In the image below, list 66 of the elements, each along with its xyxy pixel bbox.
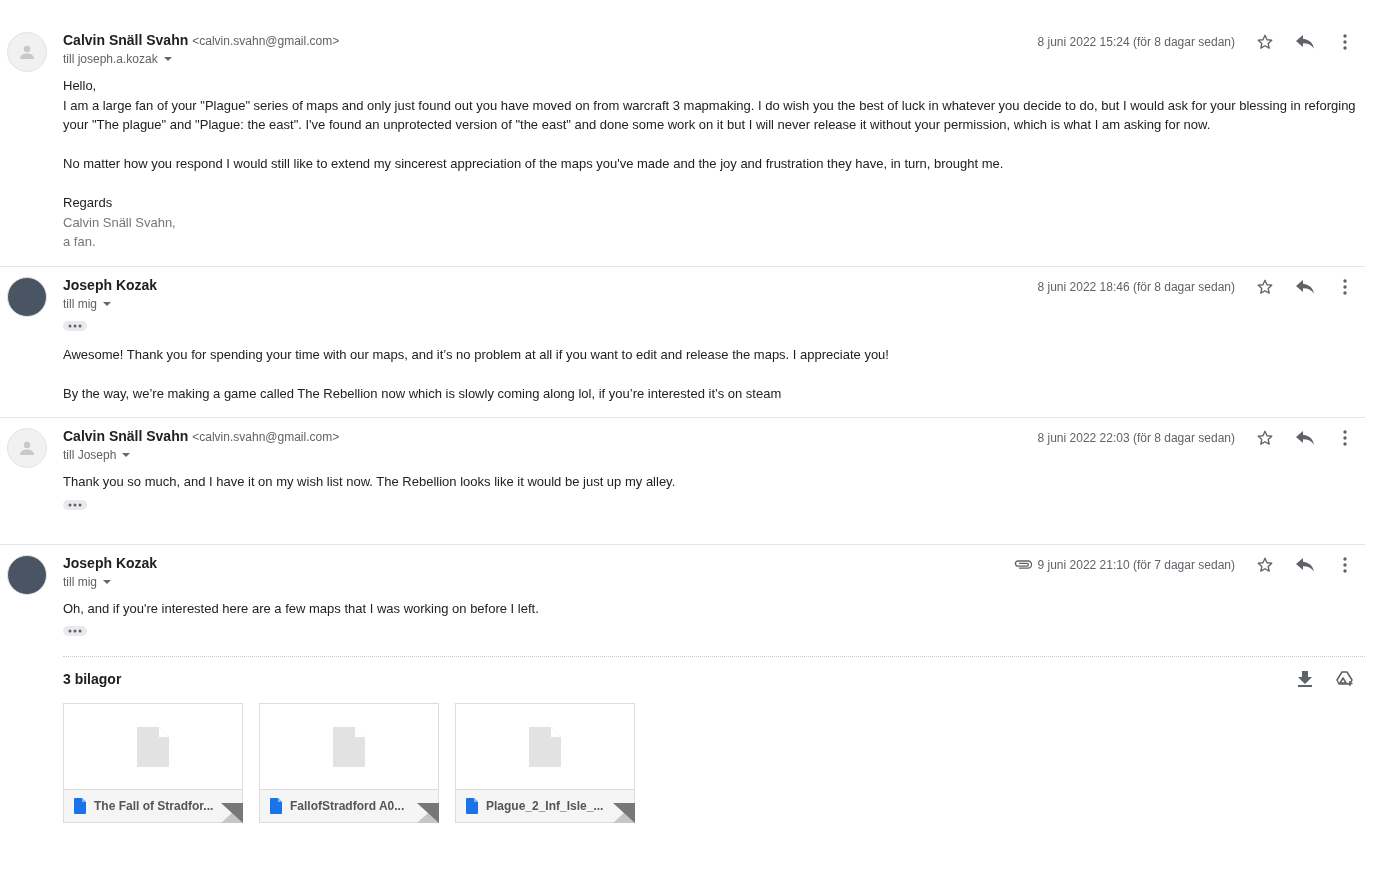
signature-line: Calvin Snäll Svahn,: [63, 213, 177, 232]
message-text: I am a large fan of your "Plague" series of maps and only just found out you have moved on from warcraft 3 mapmaking. I do wish you the best of luck in whatever you decide to do, but I would ask for your blessing in reforging your "The plague" and "Plague: the east". I've found an unprotected version of "the east" and done some work on it but I will never release it without your permission, which is what I am asking for now.: [63, 96, 1357, 134]
message-date: 8 juni 2022 22:03 (för 8 dagar sedan): [1037, 431, 1235, 445]
person-icon: [20, 441, 34, 455]
reply-icon: [1296, 279, 1314, 294]
message-date: 9 juni 2022 21:10 (för 7 dagar sedan): [1037, 557, 1235, 572]
folded-corner-icon: [221, 803, 243, 823]
message-text: Hello,: [63, 77, 98, 95]
message-text: Thank you so much, and I have it on my wish list now. The Rebellion looks like it would be just up my alley.: [63, 473, 677, 491]
message-text: By the way, we’re making a game called The Rebellion now which is slowly coming along lol, if you’re interested it’s on steam: [63, 384, 783, 403]
sender-email: <calvin.svahn@gmail.com>: [192, 430, 340, 444]
attachment-card[interactable]: FallofStradford A0...: [259, 703, 439, 823]
more-icon: [1343, 430, 1347, 446]
attachment-name: FallofStradford A0...: [290, 799, 405, 813]
more-icon: [1343, 278, 1347, 295]
person-icon: [20, 45, 34, 59]
show-trimmed-content-button[interactable]: [63, 320, 87, 331]
star-icon: [1256, 277, 1274, 296]
sender-name: Calvin Snäll Svahn: [63, 32, 189, 48]
message-text: Regards: [63, 194, 114, 212]
ellipsis-icon: [68, 323, 82, 328]
document-icon: [74, 798, 86, 814]
attachment-name: The Fall of Stradfor...: [94, 799, 214, 813]
caret-icon: [122, 453, 131, 457]
document-icon: [466, 798, 478, 814]
show-trimmed-content-button[interactable]: [63, 499, 87, 510]
caret-icon: [163, 57, 172, 61]
download-icon: [1298, 671, 1312, 687]
sender-name: Calvin Snäll Svahn: [63, 428, 189, 444]
star-icon: [1256, 555, 1274, 574]
file-icon: [333, 726, 365, 767]
attachment-card[interactable]: Plague_2_Inf_Isle_...: [455, 703, 635, 823]
caret-icon: [103, 579, 111, 584]
signature-line: a fan.: [63, 233, 97, 251]
attachment-name: Plague_2_Inf_Isle_...: [486, 799, 604, 813]
star-icon: [1256, 429, 1274, 447]
file-icon: [137, 726, 169, 767]
recipient-dropdown[interactable]: till Joseph: [63, 448, 131, 462]
message-date: 8 juni 2022 15:24 (för 8 dagar sedan): [1037, 35, 1235, 49]
file-icon: [529, 726, 561, 767]
attachment-card[interactable]: The Fall of Stradfor...: [63, 703, 243, 823]
message-text: No matter how you respond I would still like to extend my sincerest appreciation of the maps you've made and the joy and frustration they have, in turn, brought me.: [63, 155, 1005, 173]
recipient-dropdown[interactable]: till mig: [63, 574, 111, 589]
message-text: Awesome! Thank you for spending your time with our maps, and it’s no problem at all if you want to edit and release the maps. I appreciate you!: [63, 345, 890, 364]
recipient-dropdown[interactable]: till mig: [63, 296, 111, 311]
sender-name: Joseph Kozak: [63, 554, 158, 571]
message-date: 8 juni 2022 18:46 (för 8 dagar sedan): [1037, 279, 1235, 294]
more-icon: [1343, 34, 1347, 50]
sender-email: <calvin.svahn@gmail.com>: [192, 34, 340, 48]
star-icon: [1256, 33, 1274, 51]
more-icon: [1343, 556, 1347, 573]
attachments-title: 3 bilagor: [63, 671, 122, 687]
reply-icon: [1296, 35, 1314, 49]
show-trimmed-content-button[interactable]: [63, 626, 87, 636]
ellipsis-icon: [68, 502, 82, 507]
recipient-dropdown[interactable]: till joseph.a.kozak: [63, 52, 172, 66]
caret-icon: [103, 301, 111, 306]
document-icon: [270, 798, 282, 814]
message-text: Oh, and if you're interested here are a few maps that I was working on before I left.: [63, 599, 540, 618]
drive-add-icon: [1336, 671, 1354, 687]
ellipsis-icon: [68, 629, 82, 633]
sender-name: Joseph Kozak: [63, 276, 158, 293]
reply-icon: [1296, 431, 1314, 445]
reply-icon: [1296, 557, 1314, 572]
folded-corner-icon: [613, 803, 635, 823]
folded-corner-icon: [417, 803, 439, 823]
